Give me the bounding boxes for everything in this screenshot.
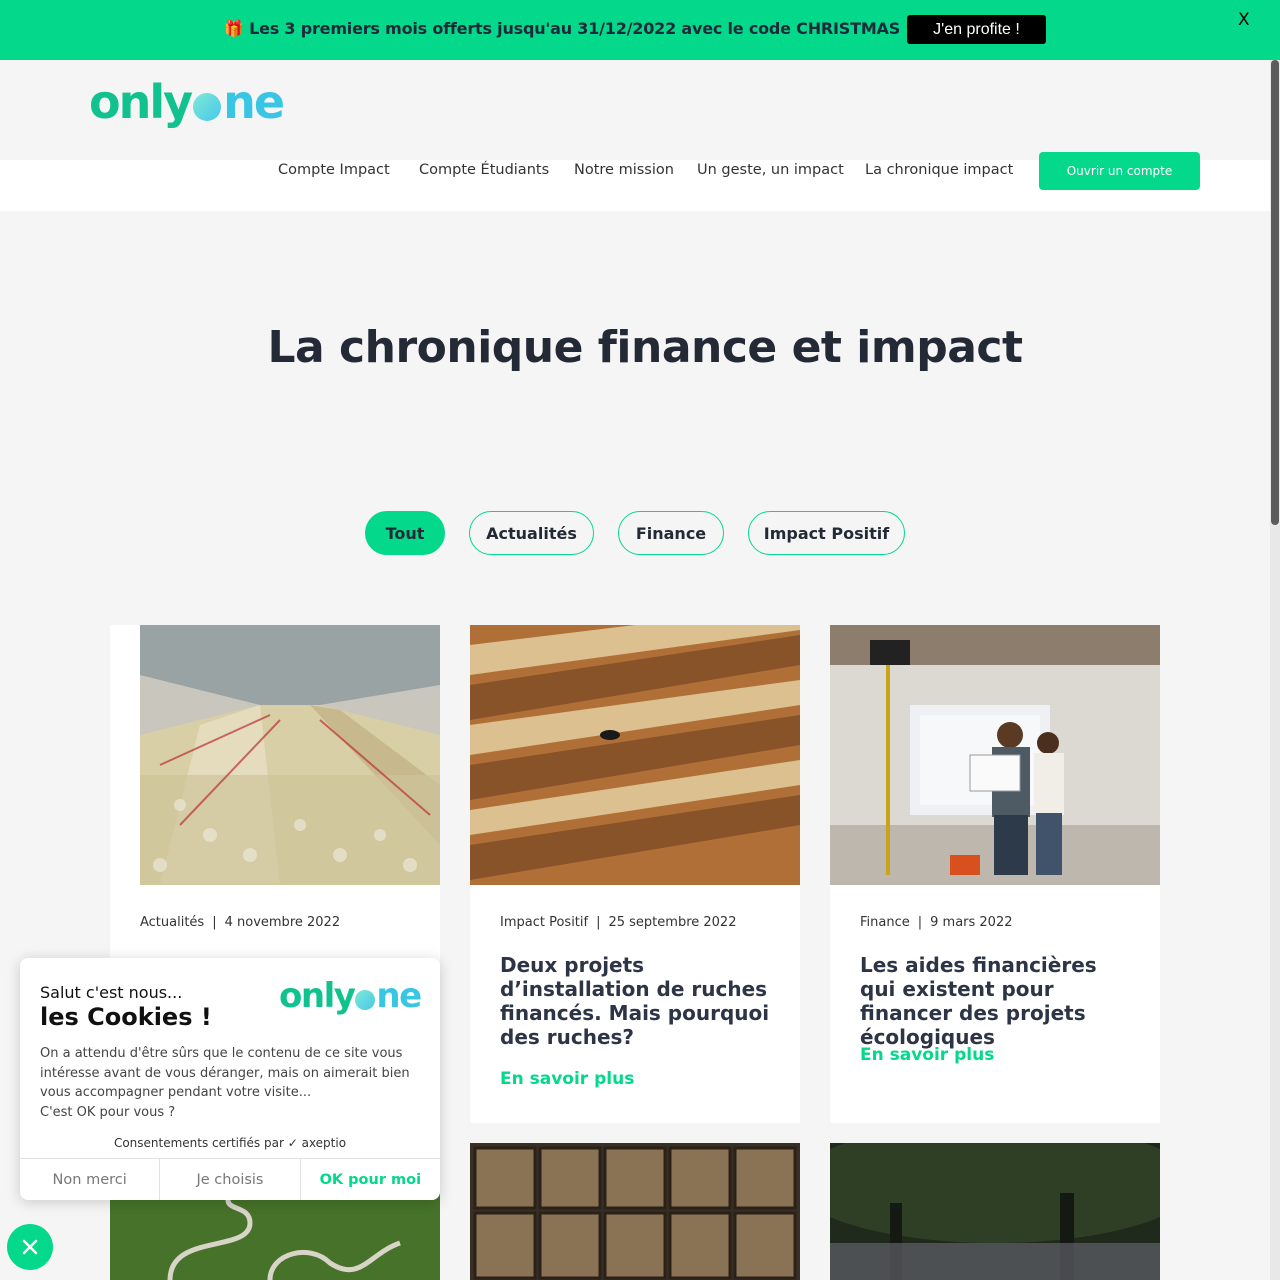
close-icon[interactable]: X xyxy=(1238,10,1250,30)
logo-text-start: only xyxy=(279,976,356,1016)
read-more-link[interactable]: En savoir plus xyxy=(860,1045,994,1065)
article-title[interactable]: Deux projets d’installation de ruches fi… xyxy=(500,953,775,1049)
article-date: 25 septembre 2022 xyxy=(608,915,737,930)
cookie-refuse-button[interactable]: Non merci xyxy=(20,1159,161,1200)
cookie-logo: only ne xyxy=(279,976,422,1016)
nav-item-compte-etudiants[interactable]: Compte Étudiants xyxy=(419,162,549,178)
promo-cta-button[interactable]: J'en profite ! xyxy=(907,15,1046,44)
nav-item-notre-mission[interactable]: Notre mission xyxy=(574,162,674,178)
close-icon xyxy=(22,1239,38,1255)
scrollbar-thumb[interactable] xyxy=(1271,60,1279,525)
article-meta: Actualités | 4 novembre 2022 xyxy=(140,915,341,930)
article-image-poultry xyxy=(140,625,440,885)
cookie-buttons: Non merci Je choisis OK pour moi xyxy=(20,1158,440,1200)
site-logo[interactable]: only ne xyxy=(89,72,285,132)
nav-item-chronique[interactable]: La chronique impact xyxy=(865,162,1013,178)
cookie-accept-button[interactable]: OK pour moi xyxy=(301,1159,440,1200)
cookie-certified-by[interactable]: Consentements certifiés par ✓ axeptio xyxy=(20,1136,440,1150)
promo-banner: 🎁 Les 3 premiers mois offerts jusqu'au 3… xyxy=(0,0,1280,60)
cookie-greeting: Salut c'est nous... xyxy=(40,983,183,1002)
cookie-question: C'est OK pour vous ? xyxy=(40,1104,176,1120)
page-title: La chronique finance et impact xyxy=(267,322,1024,373)
article-image-beehive xyxy=(470,625,800,885)
article-title[interactable]: Les aides financières qui existent pour … xyxy=(860,953,1135,1049)
article-card[interactable]: Finance | 9 mars 2022 Les aides financière… xyxy=(830,625,1160,1123)
article-category[interactable]: Impact Positif xyxy=(500,915,588,930)
article-meta: Impact Positif | 25 septembre 2022 xyxy=(500,915,737,930)
cookie-message: On a attendu d'être sûrs que le contenu … xyxy=(40,1046,410,1100)
logo-text-end: ne xyxy=(223,75,285,129)
cookie-title: les Cookies ! xyxy=(40,1003,212,1031)
article-image-forest xyxy=(830,1143,1160,1280)
nav-item-un-geste[interactable]: Un geste, un impact xyxy=(697,162,844,178)
filter-actualites[interactable]: Actualités xyxy=(469,511,594,555)
promo-text: 🎁 Les 3 premiers mois offerts jusqu'au 3… xyxy=(224,19,926,38)
article-card[interactable] xyxy=(830,1143,1160,1280)
article-category[interactable]: Actualités xyxy=(140,915,204,930)
logo-text-end: ne xyxy=(376,976,422,1016)
logo-dot-icon xyxy=(355,990,376,1010)
cookie-consent-dialog: Salut c'est nous... les Cookies ! only ne… xyxy=(20,958,440,1200)
nav-item-compte-impact[interactable]: Compte Impact xyxy=(278,162,390,178)
article-date: 9 mars 2022 xyxy=(930,915,1013,930)
read-more-link[interactable]: En savoir plus xyxy=(500,1069,634,1089)
article-meta: Finance | 9 mars 2022 xyxy=(860,915,1013,930)
logo-text-start: only xyxy=(89,75,193,129)
filter-tout[interactable]: Tout xyxy=(365,511,445,555)
cookie-customize-button[interactable]: Je choisis xyxy=(160,1159,301,1200)
article-date: 4 novembre 2022 xyxy=(224,915,341,930)
article-image-safe-boxes xyxy=(470,1143,800,1280)
cookie-toggle-button[interactable] xyxy=(7,1224,53,1270)
article-image-renovation xyxy=(830,625,1160,885)
cookie-body: On a attendu d'être sûrs que le contenu … xyxy=(40,1044,425,1122)
open-account-button[interactable]: Ouvrir un compte xyxy=(1039,152,1200,190)
article-card[interactable] xyxy=(470,1143,800,1280)
filter-finance[interactable]: Finance xyxy=(618,511,724,555)
logo-dot-icon xyxy=(193,93,222,121)
article-category[interactable]: Finance xyxy=(860,915,910,930)
filter-impact-positif[interactable]: Impact Positif xyxy=(748,511,905,555)
article-card[interactable]: Impact Positif | 25 septembre 2022 Deux pr… xyxy=(470,625,800,1123)
